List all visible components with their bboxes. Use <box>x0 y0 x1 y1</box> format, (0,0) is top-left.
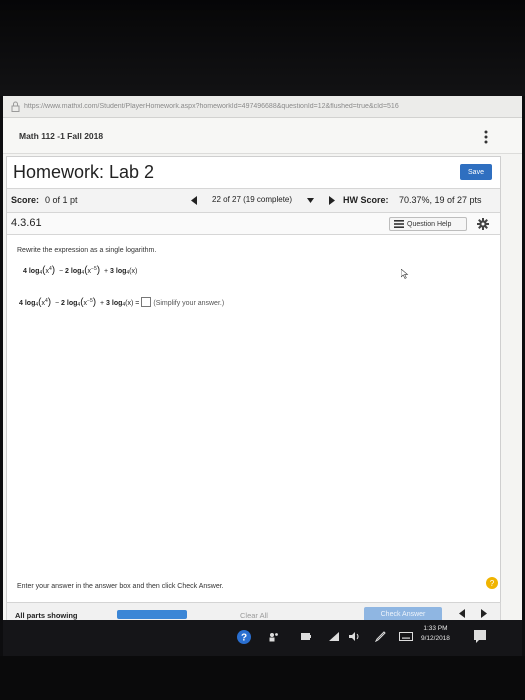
address-bar[interactable]: https://www.mathxl.com/Student/PlayerHom… <box>3 96 522 118</box>
url-text[interactable]: https://www.mathxl.com/Student/PlayerHom… <box>24 103 519 110</box>
chevron-down-icon[interactable] <box>307 198 314 203</box>
score-bar: Score: 0 of 1 pt 22 of 27 (19 complete) … <box>7 189 500 213</box>
monitor-bezel-top <box>0 0 525 96</box>
previous-question-icon[interactable] <box>191 196 197 205</box>
volume-icon[interactable] <box>349 632 361 641</box>
instruction-text: Enter your answer in the answer box and … <box>17 583 224 590</box>
progress-fill <box>117 610 187 619</box>
homework-header: Homework: Lab 2 Save <box>7 157 500 189</box>
course-title: Math 112 -1 Fall 2018 <box>19 130 104 141</box>
next-question-icon[interactable] <box>329 196 335 205</box>
system-taskbar: ? 1:33 PM 9/12/2018 <box>3 620 522 656</box>
people-icon[interactable] <box>269 632 279 642</box>
help-icon[interactable]: ? <box>237 630 251 644</box>
clock-date: 9/12/2018 <box>421 635 450 642</box>
question-selector[interactable]: 22 of 27 (19 complete) <box>212 195 292 204</box>
list-icon <box>394 220 404 228</box>
hw-score-label: HW Score: <box>343 195 389 205</box>
course-header: Math 112 -1 Fall 2018 <box>3 118 522 154</box>
homework-panel: Homework: Lab 2 Save Score: 0 of 1 pt 22… <box>6 156 501 616</box>
question-prompt: Rewrite the expression as a single logar… <box>17 247 157 254</box>
browser-window: https://www.mathxl.com/Student/PlayerHom… <box>3 96 522 656</box>
system-clock[interactable]: 1:33 PM 9/12/2018 <box>421 624 450 644</box>
parts-showing-label: All parts showing <box>15 611 78 620</box>
monitor-bezel-bottom <box>0 656 525 700</box>
question-help-label: Question Help <box>407 220 452 228</box>
question-bar: 4.3.61 Question Help <box>7 213 500 235</box>
help-circle-icon[interactable]: ? <box>486 577 498 589</box>
keyboard-icon[interactable] <box>399 632 413 641</box>
battery-icon[interactable] <box>301 633 311 640</box>
kebab-menu-icon[interactable] <box>484 130 488 144</box>
notification-icon[interactable] <box>473 629 487 643</box>
progress-bar <box>117 610 187 619</box>
question-number: 4.3.61 <box>11 217 42 229</box>
save-button[interactable]: Save <box>460 164 492 180</box>
hw-score-value: 70.37%, 19 of 27 pts <box>399 195 482 205</box>
answer-input[interactable] <box>141 297 152 307</box>
previous-part-icon[interactable] <box>459 609 465 618</box>
homework-title: Homework: Lab 2 <box>13 162 155 182</box>
score-value: 0 of 1 pt <box>45 195 78 205</box>
pen-icon[interactable] <box>375 631 386 642</box>
svg-text:?: ? <box>241 633 247 644</box>
simplify-hint: (Simplify your answer.) <box>153 300 225 307</box>
mouse-cursor-icon <box>401 269 409 279</box>
next-part-icon[interactable] <box>481 609 487 618</box>
clear-all-button[interactable]: Clear All <box>240 611 268 620</box>
given-expression: 4 log4(x4) − 2 log4(x−5) + 3 log4(x) <box>23 265 138 276</box>
wifi-icon[interactable] <box>329 632 339 641</box>
score-label: Score: <box>11 195 40 205</box>
lock-icon <box>11 101 20 112</box>
svg-text:?: ? <box>490 579 495 588</box>
question-help-button[interactable]: Question Help <box>389 217 467 231</box>
clock-time: 1:33 PM <box>423 625 448 632</box>
gear-icon[interactable] <box>477 218 489 230</box>
answer-line: 4 log4(x4) − 2 log4(x−5) + 3 log4(x) = (S… <box>19 297 225 308</box>
